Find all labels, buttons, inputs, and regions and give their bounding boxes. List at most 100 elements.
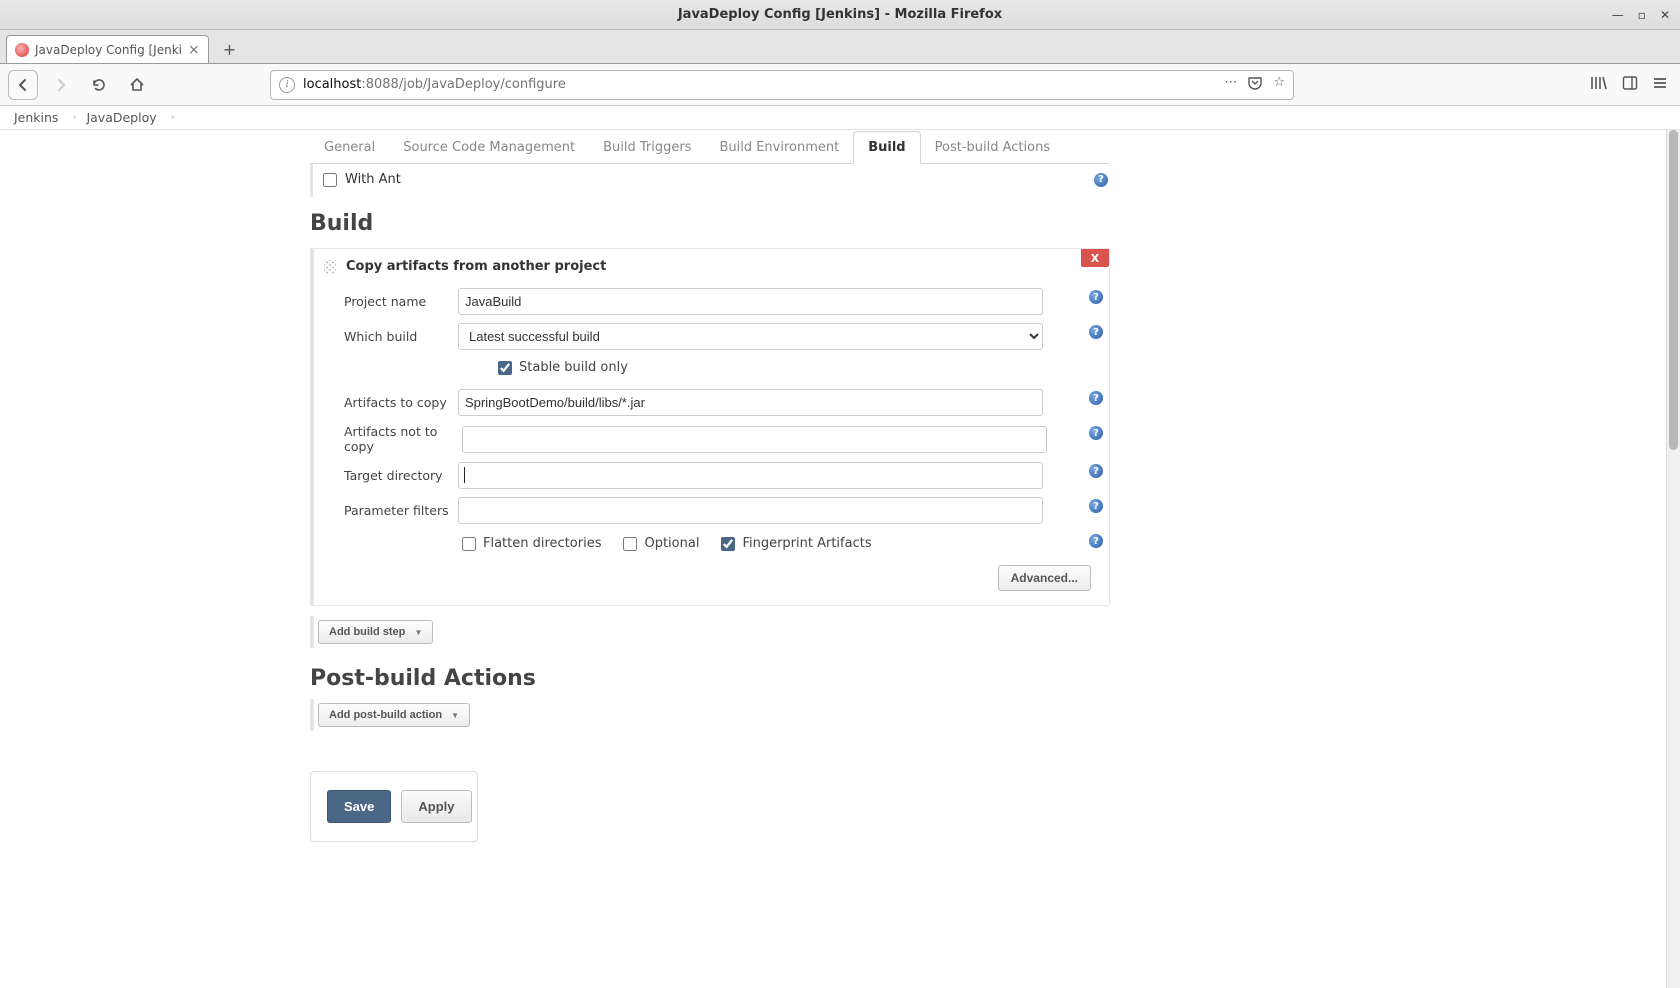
row-which-build: Which build Latest successful build ? xyxy=(314,319,1109,354)
artifacts-to-copy-input[interactable] xyxy=(458,389,1043,416)
browser-nav-toolbar: i localhost:8088/job/JavaDeploy/configur… xyxy=(0,64,1680,106)
label-artifacts-to-copy: Artifacts to copy xyxy=(344,395,458,410)
add-build-step-button[interactable]: Add build step ▼ xyxy=(318,620,433,644)
window-controls: — ▫ ✕ xyxy=(1612,8,1676,22)
optional-wrap[interactable]: Optional xyxy=(623,536,699,551)
help-icon[interactable]: ? xyxy=(1089,290,1103,304)
tab-scm[interactable]: Source Code Management xyxy=(389,132,589,163)
label-project-name: Project name xyxy=(344,294,458,309)
artifacts-not-to-copy-input[interactable] xyxy=(462,426,1047,453)
label-optional: Optional xyxy=(644,536,699,551)
label-flatten: Flatten directories xyxy=(483,536,601,551)
project-name-input[interactable] xyxy=(458,288,1043,315)
add-post-build-label: Add post-build action xyxy=(329,709,442,721)
browser-tab-title: JavaDeploy Config [Jenki xyxy=(35,43,182,57)
apply-button[interactable]: Apply xyxy=(401,790,471,823)
stable-only-checkbox[interactable] xyxy=(498,361,512,375)
page-actions-icon[interactable]: ⋯ xyxy=(1224,75,1237,95)
row-artifacts-not-to-copy: Artifacts not to copy ? xyxy=(314,420,1109,458)
delete-step-button[interactable]: X xyxy=(1081,249,1109,267)
url-bar-actions: ⋯ ☆ xyxy=(1224,75,1285,95)
minimize-icon[interactable]: — xyxy=(1612,8,1624,22)
optional-checkbox[interactable] xyxy=(623,537,637,551)
close-window-icon[interactable]: ✕ xyxy=(1660,8,1670,22)
save-button[interactable]: Save xyxy=(327,790,391,823)
url-host: localhost xyxy=(303,77,361,92)
scrollbar-thumb[interactable] xyxy=(1669,130,1678,450)
add-post-build-action-button[interactable]: Add post-build action ▼ xyxy=(318,703,470,727)
sidebar-toggle-icon[interactable] xyxy=(1622,75,1638,95)
help-icon[interactable]: ? xyxy=(1089,499,1103,513)
with-ant-checkbox[interactable] xyxy=(323,173,337,187)
help-icon[interactable]: ? xyxy=(1094,173,1108,187)
help-icon[interactable]: ? xyxy=(1089,464,1103,478)
chevron-right-icon: › xyxy=(171,112,175,123)
row-artifacts-to-copy: Artifacts to copy ? xyxy=(314,385,1109,420)
page-content: General Source Code Management Build Tri… xyxy=(0,130,1680,988)
add-post-build-wrap: Add post-build action ▼ xyxy=(310,699,470,731)
tab-post-build-actions[interactable]: Post-build Actions xyxy=(921,132,1064,163)
parameter-filters-input[interactable] xyxy=(458,497,1043,524)
browser-tab-active[interactable]: JavaDeploy Config [Jenki × xyxy=(6,35,209,63)
help-icon[interactable]: ? xyxy=(1089,391,1103,405)
window-title-bar: JavaDeploy Config [Jenkins] - Mozilla Fi… xyxy=(0,0,1680,30)
build-step-copy-artifacts: Copy artifacts from another project X Pr… xyxy=(310,248,1110,606)
breadcrumb: Jenkins › JavaDeploy › xyxy=(0,106,1680,130)
with-ant-row: With Ant ? xyxy=(310,164,1110,197)
tab-build-environment[interactable]: Build Environment xyxy=(705,132,853,163)
tab-general[interactable]: General xyxy=(310,132,389,163)
config-tabs: General Source Code Management Build Tri… xyxy=(310,130,1110,164)
label-artifacts-not-to-copy: Artifacts not to copy xyxy=(344,424,462,454)
advanced-button[interactable]: Advanced... xyxy=(998,565,1091,591)
home-icon xyxy=(129,77,145,93)
help-icon[interactable]: ? xyxy=(1089,534,1103,548)
arrow-right-icon xyxy=(53,77,69,93)
caret-down-icon: ▼ xyxy=(451,711,459,720)
label-which-build: Which build xyxy=(344,329,458,344)
label-parameter-filters: Parameter filters xyxy=(344,503,458,518)
add-build-step-label: Add build step xyxy=(329,626,405,638)
fingerprint-wrap[interactable]: Fingerprint Artifacts xyxy=(721,536,871,551)
home-button[interactable] xyxy=(122,70,152,100)
bookmark-star-icon[interactable]: ☆ xyxy=(1273,75,1285,95)
row-stable-only: Stable build only xyxy=(314,354,1109,385)
caret-down-icon: ▼ xyxy=(414,628,422,637)
section-post-build-heading: Post-build Actions xyxy=(310,648,1110,699)
row-target-directory: Target directory ? xyxy=(314,458,1109,493)
hamburger-menu-icon[interactable] xyxy=(1652,75,1668,95)
save-apply-box: Save Apply xyxy=(310,771,478,842)
row-parameter-filters: Parameter filters ? xyxy=(314,493,1109,528)
browser-tab-strip: JavaDeploy Config [Jenki × + xyxy=(0,30,1680,64)
flatten-directories-wrap[interactable]: Flatten directories xyxy=(462,536,601,551)
help-icon[interactable]: ? xyxy=(1089,426,1103,440)
jenkins-favicon-icon xyxy=(15,43,29,57)
breadcrumb-job[interactable]: JavaDeploy xyxy=(86,110,156,125)
which-build-select[interactable]: Latest successful build xyxy=(458,323,1043,350)
tab-build[interactable]: Build xyxy=(853,131,920,164)
tab-build-triggers[interactable]: Build Triggers xyxy=(589,132,705,163)
row-advanced: Advanced... xyxy=(314,559,1109,605)
drag-handle-icon[interactable] xyxy=(324,260,336,274)
target-directory-input[interactable] xyxy=(458,462,1043,489)
url-bar[interactable]: i localhost:8088/job/JavaDeploy/configur… xyxy=(270,70,1294,100)
new-tab-button[interactable]: + xyxy=(217,36,242,63)
maximize-icon[interactable]: ▫ xyxy=(1638,8,1646,22)
window-title: JavaDeploy Config [Jenkins] - Mozilla Fi… xyxy=(678,7,1002,22)
build-step-header: Copy artifacts from another project X xyxy=(314,249,1109,284)
label-stable-only: Stable build only xyxy=(519,360,628,375)
close-tab-icon[interactable]: × xyxy=(188,42,200,58)
pocket-icon[interactable] xyxy=(1247,75,1263,95)
library-icon[interactable] xyxy=(1590,75,1608,95)
scrollbar-track[interactable] xyxy=(1666,130,1680,988)
fingerprint-checkbox[interactable] xyxy=(721,537,735,551)
breadcrumb-root[interactable]: Jenkins xyxy=(14,110,58,125)
reload-button[interactable] xyxy=(84,70,114,100)
help-icon[interactable]: ? xyxy=(1089,325,1103,339)
back-button[interactable] xyxy=(8,70,38,100)
flatten-directories-checkbox[interactable] xyxy=(462,537,476,551)
url-path: :8088/job/JavaDeploy/configure xyxy=(361,77,565,92)
arrow-left-icon xyxy=(15,77,31,93)
site-info-icon[interactable]: i xyxy=(279,77,295,93)
chevron-right-icon: › xyxy=(72,112,76,123)
row-project-name: Project name ? xyxy=(314,284,1109,319)
